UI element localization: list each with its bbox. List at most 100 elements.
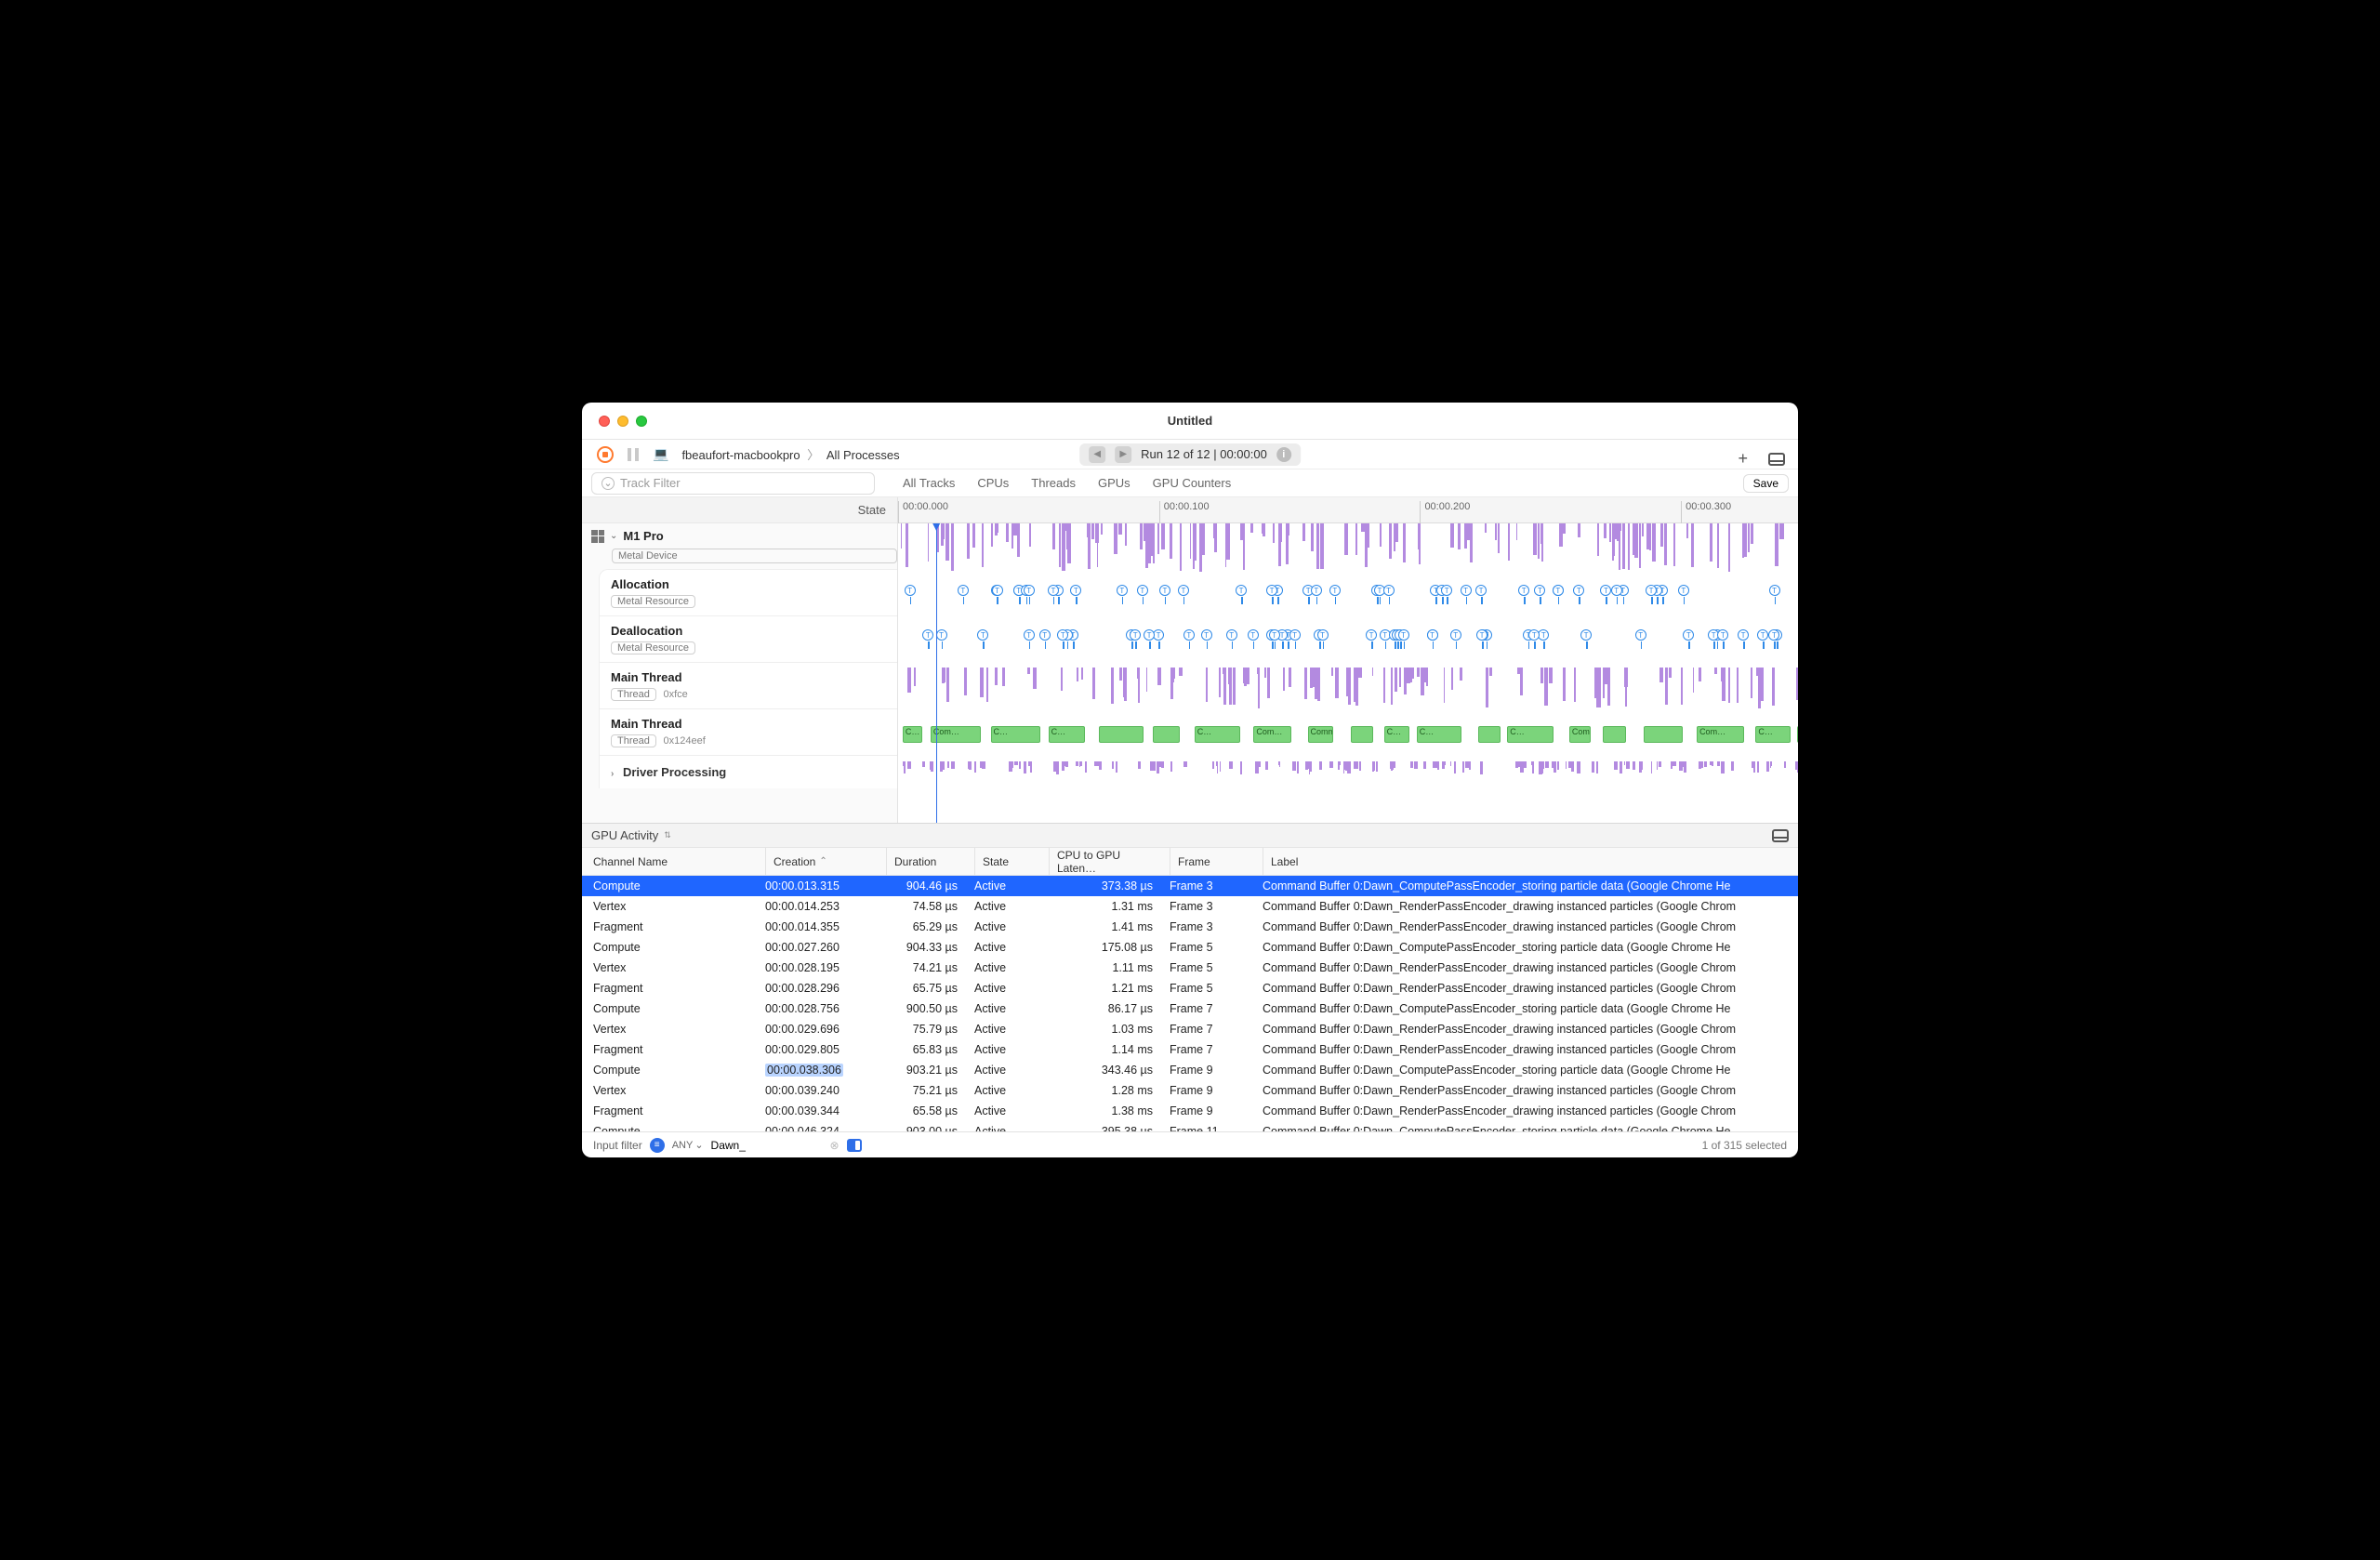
event-marker[interactable]: T	[1248, 629, 1259, 641]
table-row[interactable]: Compute00:00.013.315904.46 µsActive373.3…	[582, 876, 1798, 896]
table-row[interactable]: Compute00:00.028.756900.50 µsActive86.17…	[582, 998, 1798, 1019]
close-button[interactable]	[599, 416, 610, 427]
event-marker[interactable]: T	[1329, 585, 1341, 596]
event-marker[interactable]: T	[1266, 585, 1277, 596]
lower-dropdown[interactable]: GPU Activity ⇅	[582, 824, 1798, 848]
table-row[interactable]: Vertex00:00.028.19574.21 µsActive1.11 ms…	[582, 958, 1798, 978]
event-marker[interactable]: T	[1048, 585, 1059, 596]
event-marker[interactable]: T	[1117, 585, 1128, 596]
event-marker[interactable]: T	[1538, 629, 1549, 641]
table-row[interactable]: Compute00:00.027.260904.33 µsActive175.0…	[582, 937, 1798, 958]
event-marker[interactable]: T	[922, 629, 933, 641]
track-driver[interactable]: › Driver Processing	[600, 756, 897, 788]
col-channel[interactable]: Channel Name	[593, 855, 765, 868]
event-marker[interactable]: T	[1475, 585, 1487, 596]
detail-panel-icon[interactable]	[1772, 829, 1789, 842]
breadcrumb[interactable]: fbeaufort-macbookpro 〉 All Processes	[681, 445, 899, 463]
playhead[interactable]	[936, 523, 937, 823]
event-marker[interactable]: T	[1635, 629, 1646, 641]
table-row[interactable]: Vertex00:00.039.24075.21 µsActive1.28 ms…	[582, 1080, 1798, 1101]
command-buffer-span[interactable]	[1153, 726, 1181, 743]
table-row[interactable]: Fragment00:00.014.35565.29 µsActive1.41 …	[582, 917, 1798, 937]
event-marker[interactable]: T	[1144, 629, 1155, 641]
command-buffer-span[interactable]	[1603, 726, 1626, 743]
event-marker[interactable]: T	[1518, 585, 1529, 596]
event-marker[interactable]: T	[1461, 585, 1472, 596]
event-marker[interactable]: T	[1600, 585, 1611, 596]
table-row[interactable]: Compute00:00.046.324903.00 µsActive395.3…	[582, 1121, 1798, 1131]
command-buffer-span[interactable]: C…	[1417, 726, 1462, 743]
col-frame[interactable]: Frame	[1170, 848, 1263, 875]
table-row[interactable]: Vertex00:00.029.69675.79 µsActive1.03 ms…	[582, 1019, 1798, 1039]
event-marker[interactable]: T	[1611, 585, 1622, 596]
col-latency[interactable]: CPU to GPU Laten…	[1049, 848, 1170, 875]
event-marker[interactable]: T	[1070, 585, 1081, 596]
run-prev-button[interactable]: ◀	[1089, 446, 1105, 463]
command-buffer-span[interactable]	[1099, 726, 1144, 743]
track-allocation[interactable]: Allocation Metal Resource	[600, 570, 897, 616]
tab-gpu-counters[interactable]: GPU Counters	[1153, 476, 1232, 490]
col-duration[interactable]: Duration	[886, 848, 974, 875]
track-main-thread-2[interactable]: Main Thread Thread 0x124eef	[600, 709, 897, 756]
col-state[interactable]: State	[974, 848, 1049, 875]
event-marker[interactable]: T	[1383, 585, 1395, 596]
table-row[interactable]: Fragment00:00.028.29665.75 µsActive1.21 …	[582, 978, 1798, 998]
command-buffer-span[interactable]: Com…	[1697, 726, 1744, 743]
event-marker[interactable]: T	[1757, 629, 1768, 641]
table-row[interactable]: Vertex00:00.014.25374.58 µsActive1.31 ms…	[582, 896, 1798, 917]
event-marker[interactable]: T	[1317, 629, 1329, 641]
event-marker[interactable]: T	[1226, 629, 1237, 641]
command-buffer-span[interactable]: Comm…	[1308, 726, 1333, 743]
event-marker[interactable]: T	[1646, 585, 1657, 596]
event-marker[interactable]: T	[1201, 629, 1212, 641]
event-marker[interactable]: T	[1183, 629, 1195, 641]
event-marker[interactable]: T	[1441, 585, 1452, 596]
clear-filter-icon[interactable]: ⊗	[830, 1139, 840, 1152]
save-button[interactable]: Save	[1743, 474, 1789, 493]
command-buffer-span[interactable]: C…	[1049, 726, 1085, 743]
command-buffer-span[interactable]: C…	[1755, 726, 1791, 743]
tab-all-tracks[interactable]: All Tracks	[903, 476, 955, 490]
event-marker[interactable]: T	[1528, 629, 1540, 641]
event-marker[interactable]: T	[936, 629, 947, 641]
table-row[interactable]: Compute00:00.038.306903.21 µsActive343.4…	[582, 1060, 1798, 1080]
event-marker[interactable]: T	[1476, 629, 1488, 641]
filter-toggle[interactable]	[847, 1139, 862, 1152]
event-marker[interactable]: T	[1580, 629, 1592, 641]
event-marker[interactable]: T	[1534, 585, 1545, 596]
event-marker[interactable]: T	[977, 629, 988, 641]
event-marker[interactable]: T	[1178, 585, 1189, 596]
event-marker[interactable]: T	[1683, 629, 1694, 641]
command-buffer-span[interactable]: Com…	[931, 726, 981, 743]
track-main-thread-1[interactable]: Main Thread Thread 0xfce	[600, 663, 897, 709]
event-marker[interactable]: T	[1398, 629, 1409, 641]
event-marker[interactable]: T	[1024, 629, 1035, 641]
minimize-button[interactable]	[617, 416, 628, 427]
col-creation[interactable]: Creation ⌃	[765, 848, 886, 875]
event-marker[interactable]: T	[1366, 629, 1377, 641]
event-marker[interactable]: T	[1137, 585, 1148, 596]
info-icon[interactable]: i	[1276, 447, 1291, 462]
event-marker[interactable]: T	[1573, 585, 1584, 596]
event-marker[interactable]: T	[992, 585, 1003, 596]
command-buffer-span[interactable]: Com…	[1569, 726, 1591, 743]
command-buffer-span[interactable]: C…	[1384, 726, 1409, 743]
command-buffer-span[interactable]	[1478, 726, 1501, 743]
tab-threads[interactable]: Threads	[1031, 476, 1076, 490]
event-marker[interactable]: T	[1236, 585, 1247, 596]
table-row[interactable]: Fragment00:00.029.80565.83 µsActive1.14 …	[582, 1039, 1798, 1060]
event-marker[interactable]: T	[1130, 629, 1141, 641]
run-pill[interactable]: ◀ ▶ Run 12 of 12 | 00:00:00 i	[1079, 443, 1301, 466]
filter-mode[interactable]: ANY ⌄	[672, 1139, 704, 1151]
record-button[interactable]	[597, 446, 614, 463]
event-marker[interactable]: T	[1678, 585, 1689, 596]
tab-cpus[interactable]: CPUs	[977, 476, 1009, 490]
event-marker[interactable]: T	[1450, 629, 1461, 641]
event-marker[interactable]: T	[1427, 629, 1438, 641]
run-next-button[interactable]: ▶	[1115, 446, 1131, 463]
command-buffer-span[interactable]: C…	[903, 726, 922, 743]
command-buffer-span[interactable]	[1644, 726, 1682, 743]
event-marker[interactable]: T	[1553, 585, 1564, 596]
event-marker[interactable]: T	[1738, 629, 1749, 641]
command-buffer-span[interactable]: C…	[1195, 726, 1240, 743]
